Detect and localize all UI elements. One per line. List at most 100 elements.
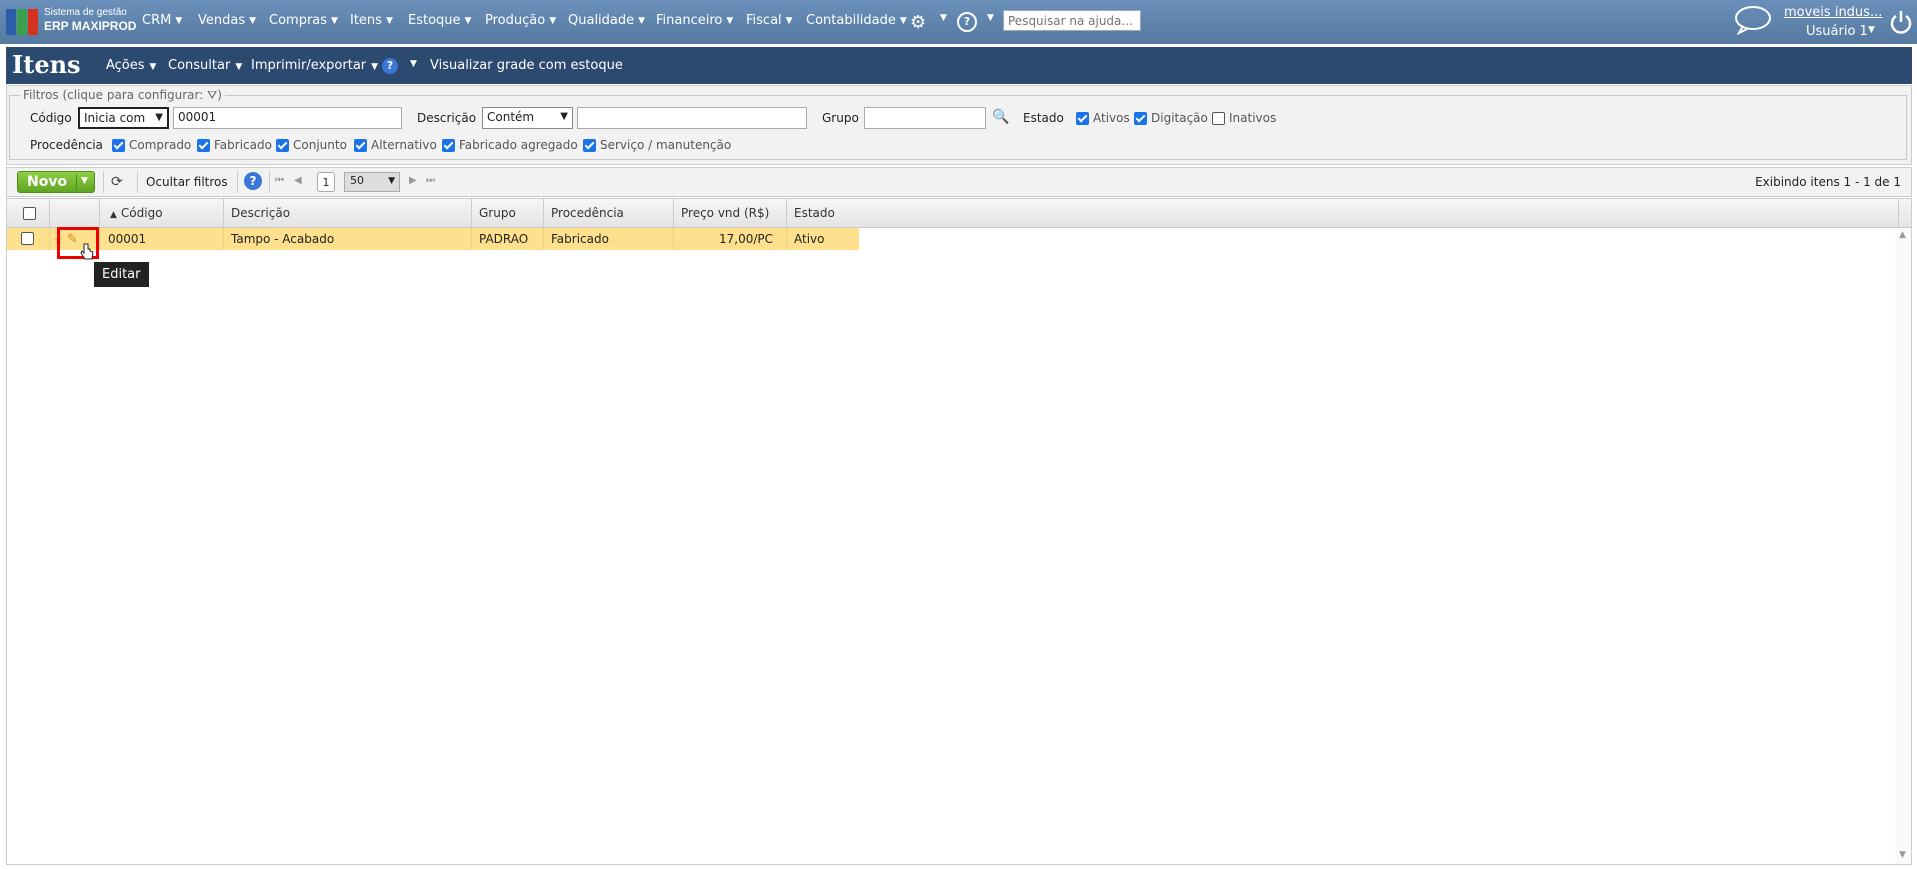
procedencia-label: Procedência <box>30 138 103 152</box>
items-grid: ▲ Código Descrição Grupo Procedência Preç… <box>6 198 1912 865</box>
select-all-header <box>7 199 50 227</box>
app-logo[interactable]: Sistema de gestão ERP MAXIPROD <box>6 5 136 37</box>
proc-fabricado-label: Fabricado <box>214 138 272 152</box>
proc-conjunto-checkbox[interactable] <box>276 139 289 152</box>
menu-vendas[interactable]: Vendas ▼ <box>198 13 256 28</box>
top-navigation: Sistema de gestão ERP MAXIPROD CRM ▼ Vend… <box>0 0 1917 44</box>
col-header-procedencia[interactable]: Procedência <box>544 199 674 227</box>
menu-consultar[interactable]: Consultar ▼ <box>168 58 242 73</box>
col-header-descricao[interactable]: Descrição <box>224 199 472 227</box>
row-select-checkbox[interactable] <box>21 232 34 245</box>
chevron-down-icon: ▼ <box>464 16 472 26</box>
help-icon[interactable]: ? <box>957 12 977 32</box>
grid-toolbar: Novo ▼ ⟳ Ocultar filtros ? ⏮ ◀ 1 50 ▼ ▶ ⏭… <box>6 167 1912 197</box>
col-header-estado[interactable]: Estado <box>787 199 1899 227</box>
first-page-icon[interactable]: ⏮ <box>275 175 284 186</box>
estado-digitacao-checkbox[interactable] <box>1134 112 1147 125</box>
chevron-down-icon: ▼ <box>155 112 163 123</box>
chevron-down-icon: ▼ <box>638 16 646 26</box>
filters-panel: Filtros (clique para configurar: ⛛) Códi… <box>6 85 1912 165</box>
page-title-bar: Itens Ações ▼ Consultar ▼ Imprimir/exporta… <box>6 47 1912 84</box>
menu-itens[interactable]: Itens ▼ <box>350 13 393 28</box>
prev-page-icon[interactable]: ◀ <box>294 175 302 186</box>
filters-legend[interactable]: Filtros (clique para configurar: ⛛) <box>20 88 225 103</box>
logo-blocks-icon <box>6 9 40 35</box>
chevron-down-icon[interactable]: ▼ <box>987 13 994 23</box>
descricao-label: Descrição <box>417 111 477 125</box>
descricao-input[interactable] <box>577 107 807 129</box>
codigo-mode-select[interactable]: Inicia com ▼ <box>78 107 169 129</box>
menu-fiscal[interactable]: Fiscal ▼ <box>746 13 793 28</box>
grupo-label: Grupo <box>822 111 859 125</box>
table-row[interactable]: ☆ ✎ 00001 Tampo - Acabado PADRAO Fabricad… <box>7 228 859 250</box>
chevron-down-icon[interactable]: ▼ <box>410 59 417 69</box>
estado-digitacao-label: Digitação <box>1151 111 1208 125</box>
sort-asc-icon: ▲ <box>110 210 117 220</box>
chevron-down-icon[interactable]: ▼ <box>1868 25 1875 35</box>
menu-contabilidade[interactable]: Contabilidade ▼ <box>806 13 907 28</box>
proc-conjunto-label: Conjunto <box>293 138 347 152</box>
grupo-input[interactable] <box>864 107 986 129</box>
chevron-down-icon[interactable]: ▼ <box>940 13 947 23</box>
chevron-down-icon: ▼ <box>388 176 395 186</box>
codigo-label: Código <box>30 111 72 125</box>
cell-descricao: Tampo - Acabado <box>224 228 472 250</box>
estado-ativos-checkbox[interactable] <box>1076 112 1089 125</box>
page-title: Itens <box>12 50 81 79</box>
menu-acoes[interactable]: Ações ▼ <box>106 58 156 73</box>
menu-crm[interactable]: CRM ▼ <box>142 13 182 28</box>
vertical-scrollbar[interactable]: ▲ ▼ <box>1895 228 1911 864</box>
cell-procedencia: Fabricado <box>544 228 674 250</box>
next-page-icon[interactable]: ▶ <box>409 175 417 186</box>
page-number-input[interactable]: 1 <box>317 172 335 192</box>
new-button[interactable]: Novo ▼ <box>17 171 95 193</box>
menu-estoque[interactable]: Estoque ▼ <box>408 13 471 28</box>
menu-producao[interactable]: Produção ▼ <box>485 13 556 28</box>
cell-codigo: 00001 <box>100 228 224 250</box>
proc-alternativo-checkbox[interactable] <box>354 139 367 152</box>
col-header-codigo[interactable]: ▲ Código <box>100 199 224 227</box>
hand-cursor-icon <box>80 243 94 260</box>
menu-imprimir-exportar[interactable]: Imprimir/exportar ▼ <box>251 58 378 73</box>
company-link[interactable]: moveis indus... <box>1784 5 1882 20</box>
last-page-icon[interactable]: ⏭ <box>426 175 435 186</box>
descricao-mode-select[interactable]: Contém ▼ <box>482 107 573 129</box>
help-search-input[interactable] <box>1003 10 1141 31</box>
page-size-select[interactable]: 50 ▼ <box>344 172 400 192</box>
chevron-down-icon: ▼ <box>235 62 243 72</box>
help-icon[interactable]: ? <box>244 172 262 190</box>
chevron-down-icon: ▼ <box>149 62 157 72</box>
hide-filters-button[interactable]: Ocultar filtros <box>146 175 228 189</box>
menu-financeiro[interactable]: Financeiro ▼ <box>656 13 733 28</box>
codigo-input[interactable]: 00001 <box>173 107 402 129</box>
estado-inativos-checkbox[interactable] <box>1212 112 1225 125</box>
proc-fabricado-checkbox[interactable] <box>197 139 210 152</box>
grid-with-stock-link[interactable]: Visualizar grade com estoque <box>430 58 623 73</box>
chevron-down-icon: ▼ <box>175 16 183 26</box>
chat-icon[interactable] <box>1733 5 1771 35</box>
gear-icon[interactable]: ⚙ <box>910 12 926 33</box>
chevron-down-icon: ▼ <box>726 16 734 26</box>
select-all-checkbox[interactable] <box>23 207 36 220</box>
proc-fabricado-agregado-checkbox[interactable] <box>442 139 455 152</box>
search-icon[interactable]: 🔍 <box>992 109 1009 125</box>
refresh-icon[interactable]: ⟳ <box>111 174 123 190</box>
proc-comprado-label: Comprado <box>129 138 192 152</box>
menu-compras[interactable]: Compras ▼ <box>269 13 338 28</box>
grid-header: ▲ Código Descrição Grupo Procedência Preç… <box>7 199 1911 228</box>
edit-tooltip: Editar <box>94 262 149 287</box>
cell-preco: 17,00/PC <box>674 228 787 250</box>
chevron-down-icon: ▼ <box>81 176 88 186</box>
scroll-up-icon: ▲ <box>1899 230 1906 240</box>
power-icon[interactable] <box>1888 9 1914 35</box>
filter-icon: ⛛ <box>207 88 218 102</box>
col-header-preco[interactable]: Preço vnd (R$) <box>674 199 787 227</box>
col-header-grupo[interactable]: Grupo <box>472 199 544 227</box>
proc-comprado-checkbox[interactable] <box>112 139 125 152</box>
proc-servico-checkbox[interactable] <box>583 139 596 152</box>
proc-alternativo-label: Alternativo <box>371 138 437 152</box>
user-menu[interactable]: Usuário 1 <box>1806 24 1868 39</box>
logo-subtitle: Sistema de gestão <box>44 7 127 18</box>
help-icon[interactable]: ? <box>382 58 398 74</box>
menu-qualidade[interactable]: Qualidade ▼ <box>568 13 645 28</box>
